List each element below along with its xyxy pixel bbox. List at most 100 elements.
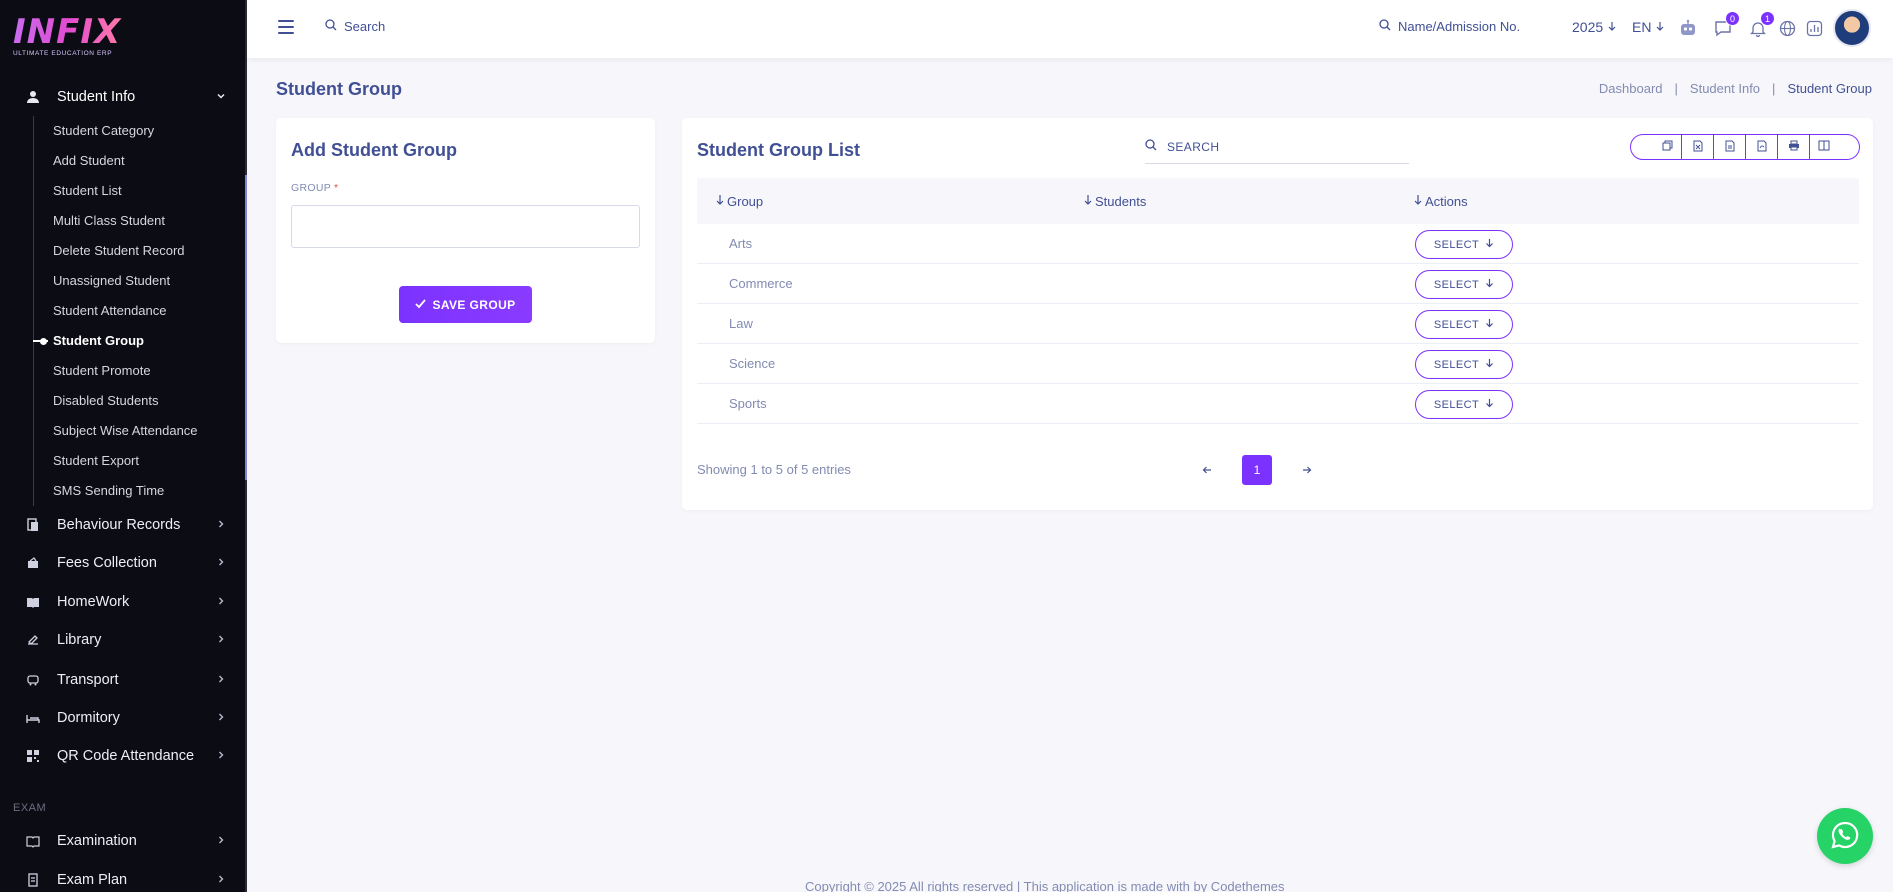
table-row: Law SELECT (697, 304, 1859, 344)
sidebar-menu-student-info[interactable]: Student Info (0, 79, 247, 115)
sidebar-item-student-attendance[interactable]: Student Attendance (53, 303, 166, 318)
sidebar-item-student-category[interactable]: Student Category (53, 123, 154, 138)
sidebar-menu-behaviour-records[interactable]: Behaviour Records (0, 507, 247, 543)
arrow-down-icon (1655, 19, 1665, 35)
sidebar-menu-label: QR Code Attendance (57, 748, 195, 764)
pdf-button[interactable] (1746, 134, 1778, 160)
homework-icon (25, 594, 41, 610)
next-page-button[interactable] (1292, 455, 1322, 485)
search-icon (325, 19, 337, 34)
user-avatar[interactable] (1833, 9, 1871, 47)
search-icon (1379, 19, 1391, 34)
name-admission-search[interactable]: Name/Admission No. (1379, 19, 1520, 34)
arrow-down-icon (1485, 358, 1494, 371)
sidebar-item-disabled-students[interactable]: Disabled Students (53, 393, 159, 408)
language-selector[interactable]: EN (1632, 19, 1665, 35)
top-search[interactable]: Search (325, 19, 385, 34)
sidebar-item-student-group[interactable]: Student Group (53, 333, 144, 348)
whatsapp-chat-button[interactable] (1817, 808, 1873, 864)
list-search-input[interactable]: SEARCH (1145, 130, 1409, 164)
chevron-right-icon (216, 596, 226, 609)
group-field-label: GROUP * (291, 182, 338, 194)
sidebar-item-student-promote[interactable]: Student Promote (53, 363, 151, 378)
sidebar-item-sms-sending-time[interactable]: SMS Sending Time (53, 483, 164, 498)
column-actions-header[interactable]: Actions (1413, 194, 1468, 209)
prev-page-button[interactable] (1192, 455, 1222, 485)
save-group-label: SAVE GROUP (432, 297, 516, 312)
sidebar-item-multi-class-student[interactable]: Multi Class Student (53, 213, 165, 228)
sidebar-item-unassigned-student[interactable]: Unassigned Student (53, 273, 170, 288)
group-label-text: GROUP (291, 182, 331, 194)
excel-icon (1693, 140, 1703, 155)
chevron-right-icon (216, 557, 226, 570)
search-icon (1145, 139, 1157, 154)
check-icon (415, 298, 427, 312)
breadcrumb-dashboard[interactable]: Dashboard (1599, 81, 1663, 96)
sidebar-menu-label: Examination (57, 833, 137, 849)
sidebar-menu-examination[interactable]: Examination (0, 823, 247, 859)
column-actions-label: Actions (1425, 193, 1468, 209)
breadcrumb-student-info[interactable]: Student Info (1690, 81, 1760, 96)
top-header: Search Name/Admission No. 2025 EN 0 1 (247, 0, 1893, 58)
sidebar-item-student-list[interactable]: Student List (53, 183, 122, 198)
notifications-bell-icon[interactable]: 1 (1747, 11, 1775, 39)
csv-button[interactable] (1714, 134, 1746, 160)
page-number-button[interactable]: 1 (1242, 455, 1272, 485)
sidebar-item-student-export[interactable]: Student Export (53, 453, 139, 468)
sidebar-item-subject-wise-attendance[interactable]: Subject Wise Attendance (53, 423, 198, 438)
sidebar-menu-dormitory[interactable]: Dormitory (0, 700, 247, 736)
year-value: 2025 (1572, 19, 1604, 35)
select-action-button[interactable]: SELECT (1415, 230, 1513, 259)
robot-icon[interactable] (1677, 17, 1699, 39)
cell-group: Commerce (729, 276, 793, 291)
breadcrumb-separator: | (1772, 81, 1776, 96)
chevron-right-icon (216, 634, 226, 647)
breadcrumb-current: Student Group (1787, 81, 1872, 96)
excel-button[interactable] (1682, 134, 1714, 160)
table-row: Arts SELECT (697, 224, 1859, 264)
sidebar-menu-label: Exam Plan (57, 872, 128, 888)
messages-icon[interactable]: 0 (1712, 11, 1740, 39)
sidebar-item-add-student[interactable]: Add Student (53, 153, 125, 168)
sidebar-menu-transport[interactable]: Transport (0, 662, 247, 698)
cell-group: Law (729, 316, 753, 331)
sidebar-menu-library[interactable]: Library (0, 622, 247, 658)
sidebar-menu-label: HomeWork (57, 594, 130, 610)
copy-button[interactable] (1630, 134, 1682, 160)
save-group-button[interactable]: SAVE GROUP (399, 286, 532, 323)
submenu-guide-line (33, 116, 34, 506)
hamburger-menu-icon[interactable] (278, 20, 294, 34)
sidebar-menu-homework[interactable]: HomeWork (0, 584, 247, 620)
exam-plan-icon (25, 872, 41, 888)
list-search-placeholder: SEARCH (1167, 139, 1220, 154)
select-action-button[interactable]: SELECT (1415, 270, 1513, 299)
sidebar-menu-fees-collection[interactable]: Fees Collection (0, 545, 247, 581)
chevron-right-icon (216, 835, 226, 848)
select-action-label: SELECT (1433, 238, 1480, 251)
arrow-down-icon (1485, 398, 1494, 411)
sidebar-item-delete-student-record[interactable]: Delete Student Record (53, 243, 185, 258)
sidebar-menu-qr-code-attendance[interactable]: QR Code Attendance (0, 738, 247, 774)
sidebar-scrollbar-thumb[interactable] (245, 175, 247, 480)
select-action-button[interactable]: SELECT (1415, 350, 1513, 379)
brand-logo[interactable]: INFIX ULTIMATE EDUCATION ERP (13, 14, 123, 64)
chevron-down-icon (216, 91, 226, 104)
sidebar-menu-exam-plan[interactable]: Exam Plan (0, 862, 247, 892)
column-group-header[interactable]: Group (715, 194, 763, 209)
cell-group: Arts (729, 236, 753, 251)
globe-icon[interactable] (1776, 17, 1798, 39)
select-action-label: SELECT (1433, 318, 1480, 331)
columns-button[interactable] (1810, 134, 1860, 160)
group-name-input[interactable] (291, 205, 640, 248)
entries-info: Showing 1 to 5 of 5 entries (697, 462, 851, 477)
print-button[interactable] (1778, 134, 1810, 160)
select-action-button[interactable]: SELECT (1415, 390, 1513, 419)
pagination: 1 (1192, 455, 1322, 485)
student-group-list-card: Student Group List SEARCH Group Students… (682, 118, 1873, 510)
qr-icon (25, 748, 41, 764)
select-action-button[interactable]: SELECT (1415, 310, 1513, 339)
sidebar: INFIX ULTIMATE EDUCATION ERP Student Inf… (0, 0, 247, 892)
analytics-icon[interactable] (1803, 17, 1825, 39)
column-students-header[interactable]: Students (1083, 194, 1146, 209)
year-selector[interactable]: 2025 (1572, 19, 1617, 35)
